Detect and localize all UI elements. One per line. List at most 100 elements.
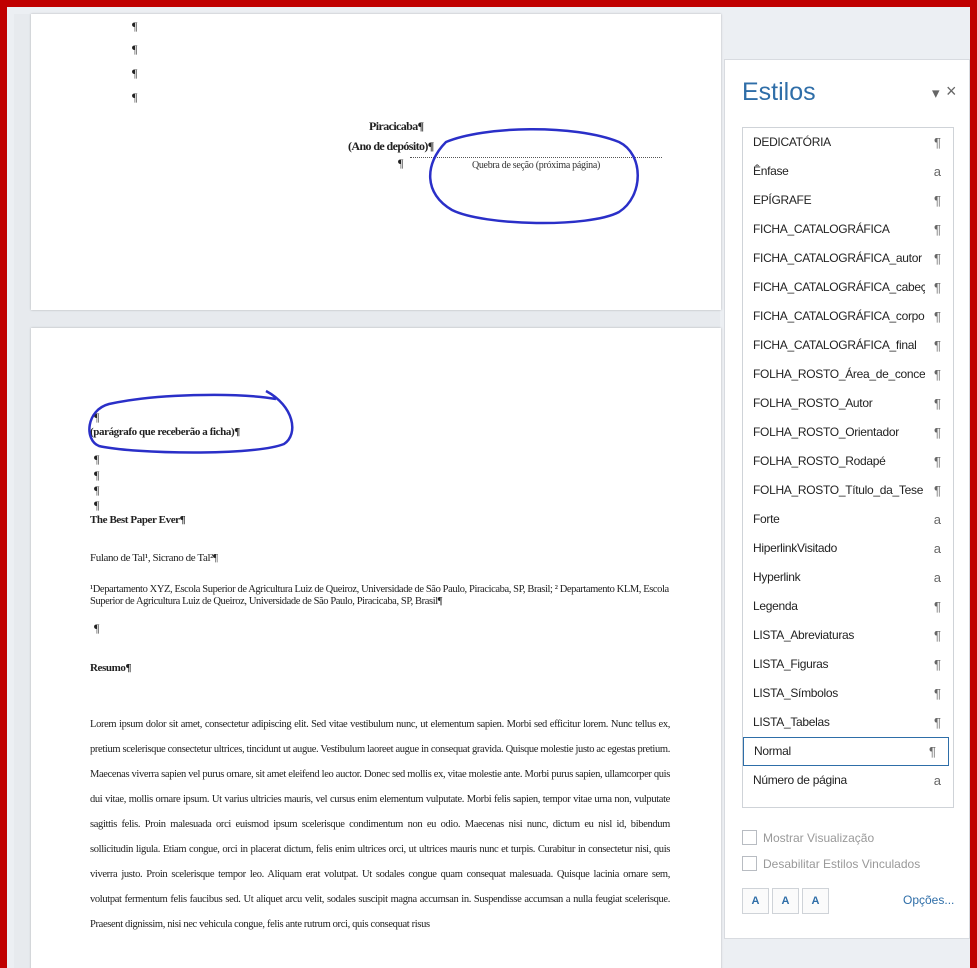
style-item[interactable]: FICHA_CATALOGRÁFICA_corpo ¶ [743, 302, 953, 331]
paragraph-mark: ¶ [94, 452, 100, 466]
paragraph-style-icon: ¶ [934, 309, 941, 324]
styles-pane-title: Estilos [742, 78, 816, 106]
section-break-paragraph-mark: ¶ [398, 156, 404, 170]
style-item[interactable]: Legenda ¶ [743, 592, 953, 621]
style-item[interactable]: FICHA_CATALOGRÁFICA_cabeçalho ¶ [743, 273, 953, 302]
options-link[interactable]: Opções... [903, 893, 954, 907]
paper-authors: Fulano de Tal¹, Sicrano de Tal²¶ [90, 552, 218, 564]
style-item-name: EPÍGRAFE [753, 193, 812, 207]
style-item[interactable]: Ênfase a [743, 157, 953, 186]
style-item-name: Hyperlink [753, 570, 801, 584]
show-preview-label: Mostrar Visualização [763, 830, 875, 845]
character-style-icon: a [933, 570, 941, 585]
paragraph-mark: ¶ [94, 468, 100, 482]
style-item-name: Legenda [753, 599, 798, 613]
paragraph-mark: ¶ [132, 19, 138, 33]
pane-options-icon[interactable]: ▾ [932, 84, 940, 102]
style-item-name: LISTA_Figuras [753, 657, 829, 671]
style-item[interactable]: FOLHA_ROSTO_Autor ¶ [743, 389, 953, 418]
paragraph-mark: ¶ [94, 410, 100, 424]
style-item[interactable]: FOLHA_ROSTO_Rodapé ¶ [743, 447, 953, 476]
style-item-name: FICHA_CATALOGRÁFICA_final [753, 338, 917, 352]
character-style-icon: a [933, 541, 941, 556]
style-item-name: LISTA_Tabelas [753, 715, 830, 729]
close-icon[interactable]: × [946, 81, 957, 102]
paragraph-mark: ¶ [132, 66, 138, 80]
style-item[interactable]: Número de página a [743, 766, 953, 795]
document-page-2[interactable]: ¶ (parágrafo que receberão a ficha)¶ ¶ ¶… [31, 328, 721, 968]
paragraph-style-icon: ¶ [934, 599, 941, 614]
style-item[interactable]: LISTA_Figuras ¶ [743, 650, 953, 679]
style-list[interactable]: DEDICATÓRIA ¶ Ênfase a EPÍGRAFE ¶ FICHA_CATALO… [742, 127, 954, 808]
style-item[interactable]: DEDICATÓRIA ¶ [743, 128, 953, 157]
style-item-name: FOLHA_ROSTO_Título_da_Tese [753, 483, 924, 497]
style-item-name: DEDICATÓRIA [753, 135, 831, 149]
disable-linked-checkbox[interactable] [742, 856, 757, 871]
style-item-name: LISTA_Símbolos [753, 686, 838, 700]
style-item-name: FOLHA_ROSTO_Rodapé [753, 454, 886, 468]
disable-linked-label: Desabilitar Estilos Vinculados [763, 856, 921, 871]
paragraph-mark: ¶ [94, 621, 100, 635]
style-item[interactable]: EPÍGRAFE ¶ [743, 186, 953, 215]
manage-styles-icon: A [811, 895, 820, 907]
style-item[interactable]: Forte a [743, 505, 953, 534]
paragraph-style-icon: ¶ [934, 396, 941, 411]
new-style-button[interactable]: A [742, 888, 769, 914]
window-frame: ¶ ¶ ¶ ¶ Piracicaba¶ (Ano de depósito)¶ ¶… [0, 0, 977, 968]
paragraph-style-icon: ¶ [934, 657, 941, 672]
ficha-placeholder-note: (parágrafo que receberão a ficha)¶ [90, 426, 240, 438]
character-style-icon: a [933, 512, 941, 527]
show-preview-checkbox[interactable] [742, 830, 757, 845]
paragraph-style-icon: ¶ [934, 628, 941, 643]
paragraph-mark: ¶ [94, 498, 100, 512]
character-style-icon: a [933, 773, 941, 788]
style-item[interactable]: Hyperlink a [743, 563, 953, 592]
paragraph-mark: ¶ [94, 483, 100, 497]
style-item[interactable]: FOLHA_ROSTO_Área_de_concentração ¶ [743, 360, 953, 389]
style-inspector-icon: A [781, 895, 790, 907]
style-item[interactable]: FOLHA_ROSTO_Título_da_Tese ¶ [743, 476, 953, 505]
manage-styles-button[interactable]: A [802, 888, 829, 914]
paragraph-style-icon: ¶ [934, 686, 941, 701]
city-line: Piracicaba¶ [369, 119, 424, 133]
paragraph-style-icon: ¶ [934, 425, 941, 440]
style-item[interactable]: FICHA_CATALOGRÁFICA_autor ¶ [743, 244, 953, 273]
new-style-icon: A [751, 895, 760, 907]
show-preview-option[interactable]: Mostrar Visualização [742, 830, 874, 845]
paragraph-mark: ¶ [132, 42, 138, 56]
styles-pane[interactable]: Estilos ▾ × DEDICATÓRIA ¶ Ênfase a EPÍGRAFE ¶… [724, 59, 970, 939]
paragraph-style-icon: ¶ [934, 367, 941, 382]
style-item[interactable]: FOLHA_ROSTO_Orientador ¶ [743, 418, 953, 447]
paragraph-style-icon: ¶ [934, 135, 941, 150]
paragraph-style-icon: ¶ [934, 222, 941, 237]
style-item[interactable]: LISTA_Símbolos ¶ [743, 679, 953, 708]
abstract-body: Lorem ipsum dolor sit amet, consectetur … [90, 719, 670, 930]
style-item-name: FICHA_CATALOGRÁFICA [753, 222, 890, 236]
style-item[interactable]: FICHA_CATALOGRÁFICA ¶ [743, 215, 953, 244]
style-item-name: FOLHA_ROSTO_Autor [753, 396, 873, 410]
paper-title: The Best Paper Ever¶ [90, 514, 186, 526]
paragraph-style-icon: ¶ [934, 193, 941, 208]
disable-linked-option[interactable]: Desabilitar Estilos Vinculados [742, 856, 920, 871]
style-inspector-button[interactable]: A [772, 888, 799, 914]
year-line: (Ano de depósito)¶ [348, 139, 434, 153]
abstract-heading: Resumo¶ [90, 662, 132, 674]
style-item[interactable]: FICHA_CATALOGRÁFICA_final ¶ [743, 331, 953, 360]
style-item[interactable]: HiperlinkVisitado a [743, 534, 953, 563]
style-item[interactable]: LISTA_Abreviaturas ¶ [743, 621, 953, 650]
paragraph-style-icon: ¶ [934, 715, 941, 730]
paragraph-style-icon: ¶ [934, 251, 941, 266]
style-item-name: Normal [754, 744, 791, 758]
style-item-name: Ênfase [753, 164, 789, 178]
style-item-name: FICHA_CATALOGRÁFICA_cabeçalho [753, 280, 925, 294]
style-item-name: FICHA_CATALOGRÁFICA_corpo [753, 309, 925, 323]
document-page-1[interactable]: ¶ ¶ ¶ ¶ Piracicaba¶ (Ano de depósito)¶ ¶… [31, 14, 721, 310]
style-item[interactable]: LISTA_Tabelas ¶ [743, 708, 953, 737]
document-canvas[interactable]: ¶ ¶ ¶ ¶ Piracicaba¶ (Ano de depósito)¶ ¶… [14, 14, 721, 968]
paragraph-style-icon: ¶ [929, 744, 936, 759]
paragraph-style-icon: ¶ [934, 338, 941, 353]
style-item[interactable]: Normal ¶ [743, 737, 949, 766]
paragraph-style-icon: ¶ [934, 454, 941, 469]
style-item-name: Forte [753, 512, 780, 526]
character-style-icon: a [933, 164, 941, 179]
